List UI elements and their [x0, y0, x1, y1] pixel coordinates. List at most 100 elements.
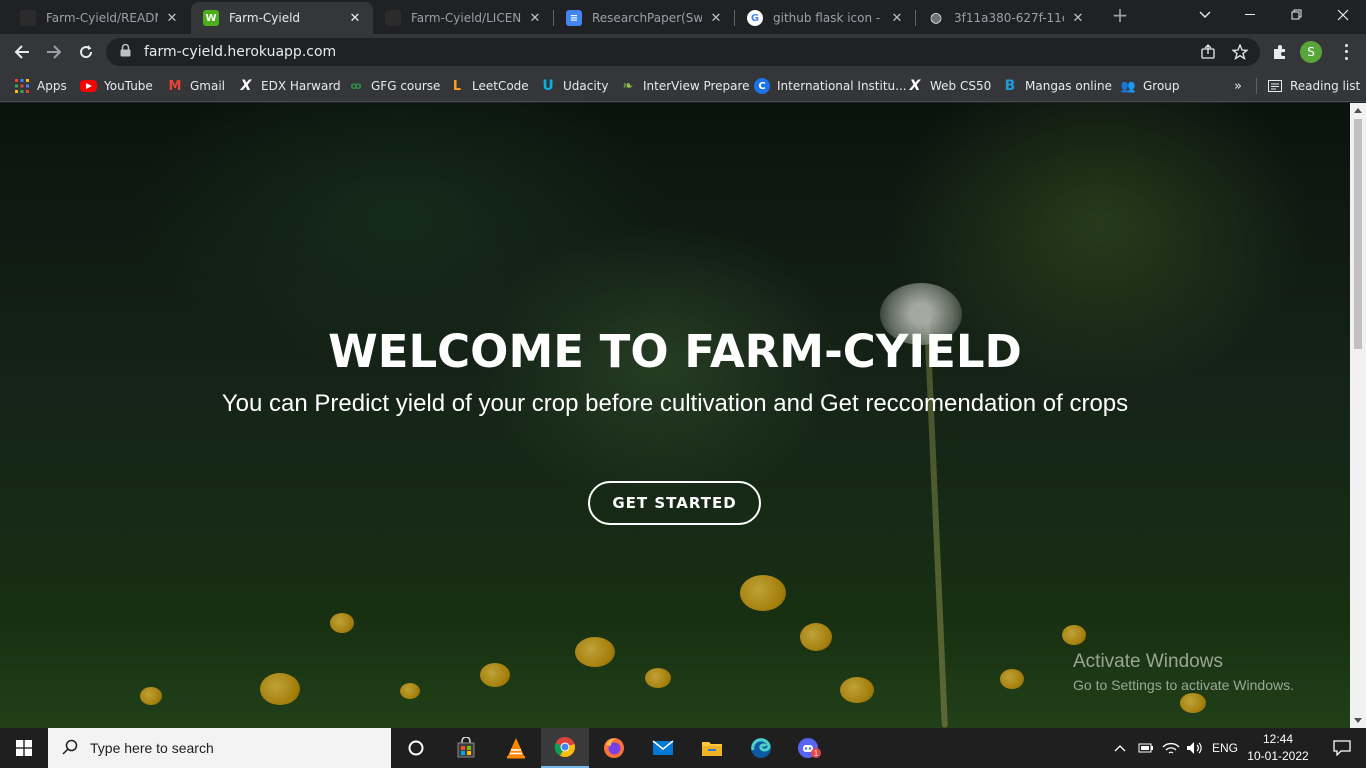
show-hidden-icons-button[interactable] — [1114, 728, 1126, 768]
bookmark-cs50[interactable]: X Web CS50 — [907, 76, 992, 96]
leetcode-icon: ᒪ — [452, 78, 462, 94]
network-tray-button[interactable] — [1162, 728, 1180, 768]
tab-farm-cyield[interactable]: W Farm-Cyield ✕ — [191, 2, 373, 34]
vlc-icon — [507, 738, 525, 759]
speaker-icon — [1187, 742, 1202, 754]
page-scrollbar[interactable] — [1350, 103, 1366, 728]
chevron-down-icon — [1199, 11, 1211, 18]
scroll-down-icon[interactable] — [1354, 718, 1362, 723]
puzzle-icon — [1274, 45, 1285, 59]
hero-title: WELCOME TO FARM-CYIELD — [328, 325, 1022, 378]
tab-readme[interactable]: Farm-Cyield/README ✕ — [8, 2, 190, 34]
taskbar-chrome[interactable] — [541, 728, 589, 768]
tab-title: Farm-Cyield — [229, 11, 301, 25]
search-placeholder: Type here to search — [90, 740, 214, 756]
restore-button[interactable] — [1274, 0, 1320, 30]
close-icon[interactable]: ✕ — [527, 11, 543, 26]
search-icon — [62, 739, 80, 758]
close-window-button[interactable] — [1320, 0, 1366, 30]
minimize-button[interactable] — [1228, 0, 1274, 30]
chevron-double-right-icon: » — [1234, 78, 1242, 94]
language-indicator[interactable]: ENG — [1212, 728, 1238, 768]
reading-list-button[interactable]: Reading list — [1267, 76, 1360, 96]
url-text: farm-cyield.herokuapp.com — [144, 44, 337, 60]
close-icon[interactable]: ✕ — [708, 11, 724, 26]
tab-strip: Farm-Cyield/README ✕ W Farm-Cyield ✕ Far… — [0, 0, 1366, 34]
system-clock[interactable]: 12:44 10-01-2022 — [1240, 731, 1316, 765]
tab-license[interactable]: Farm-Cyield/LICENSE ✕ — [373, 2, 553, 34]
bookmark-youtube[interactable]: YouTube — [80, 76, 153, 96]
bookmark-udacity[interactable]: U Udacity — [540, 76, 609, 96]
get-started-button[interactable]: GET STARTED — [588, 481, 761, 525]
site-favicon-icon: W — [203, 10, 219, 26]
forward-button[interactable] — [42, 40, 66, 64]
bookmark-star-button[interactable] — [1230, 42, 1250, 62]
bookmark-gmail[interactable]: M Gmail — [167, 76, 225, 96]
tab-google-search[interactable]: G github flask icon - Go ✕ — [735, 2, 915, 34]
taskbar-file-explorer[interactable] — [688, 728, 736, 768]
firefox-icon — [604, 738, 624, 758]
profile-avatar[interactable]: S — [1300, 41, 1322, 63]
bookmark-label: YouTube — [104, 79, 153, 93]
start-button[interactable] — [0, 728, 48, 768]
close-icon[interactable]: ✕ — [164, 11, 180, 26]
chevron-up-icon — [1114, 745, 1126, 752]
bookmark-gfg[interactable]: ꝏ GFG course — [348, 76, 440, 96]
tab-title: github flask icon - Go — [773, 11, 883, 25]
hero-subtitle: You can Predict yield of your crop befor… — [221, 390, 1129, 417]
scroll-up-icon[interactable] — [1354, 108, 1362, 113]
github-icon — [20, 10, 36, 26]
github-icon — [385, 10, 401, 26]
scrollbar-thumb[interactable] — [1354, 119, 1362, 349]
taskbar-vlc[interactable] — [492, 728, 540, 768]
taskbar-store[interactable] — [442, 728, 490, 768]
bookmark-apps[interactable]: Apps — [14, 76, 67, 96]
bookmark-edx[interactable]: X EDX Harward — [238, 76, 341, 96]
taskbar-edge[interactable] — [737, 728, 785, 768]
volume-tray-button[interactable] — [1186, 728, 1204, 768]
close-icon[interactable]: ✕ — [1070, 11, 1086, 26]
people-icon: 👥 — [1120, 79, 1136, 93]
bookmark-label: Group — [1143, 79, 1180, 93]
bookmark-international[interactable]: C International Institu... — [754, 76, 907, 96]
share-button[interactable] — [1198, 42, 1218, 62]
chrome-icon — [554, 737, 575, 758]
bookmark-leetcode[interactable]: ᒪ LeetCode — [449, 76, 529, 96]
taskbar-firefox[interactable] — [590, 728, 638, 768]
notifications-button[interactable] — [1318, 728, 1366, 768]
globe-icon: ◍ — [929, 10, 943, 26]
task-view-button[interactable] — [392, 728, 440, 768]
reload-button[interactable] — [74, 40, 98, 64]
bookmark-label: Udacity — [563, 79, 609, 93]
tab-image[interactable]: ◍ 3f11a380-627f-11e9- ✕ — [916, 2, 1096, 34]
power-tray-button[interactable] — [1138, 728, 1154, 768]
close-icon[interactable]: ✕ — [889, 11, 905, 26]
edge-icon — [751, 738, 771, 758]
more-bookmarks-button[interactable]: » — [1234, 76, 1242, 96]
browser-toolbar: farm-cyield.herokuapp.com S — [0, 34, 1366, 70]
taskbar-mail[interactable] — [639, 728, 687, 768]
close-icon[interactable]: ✕ — [347, 11, 363, 26]
back-button[interactable] — [10, 40, 34, 64]
bookmark-label: Gmail — [190, 79, 226, 93]
star-icon — [1232, 44, 1248, 60]
bookmark-separator — [1256, 78, 1257, 94]
leaf-icon: ❧ — [622, 78, 634, 94]
extensions-button[interactable] — [1268, 40, 1292, 64]
bookmark-group[interactable]: 👥 Group — [1120, 76, 1180, 96]
address-bar[interactable]: farm-cyield.herokuapp.com — [106, 38, 1260, 66]
menu-kebab-icon[interactable] — [1338, 42, 1354, 62]
bookmark-interview[interactable]: ❧ InterView Prepare — [620, 76, 750, 96]
taskbar-search[interactable]: Type here to search — [48, 728, 391, 768]
udacity-icon: U — [542, 78, 554, 94]
new-tab-button[interactable]: + — [1110, 5, 1130, 26]
tab-title: Farm-Cyield/LICENSE — [411, 11, 521, 25]
taskbar-discord[interactable]: 1 — [786, 728, 834, 768]
tab-search-button[interactable] — [1182, 0, 1228, 30]
tab-research-paper[interactable]: ≡ ResearchPaper(Swarn ✕ — [554, 2, 734, 34]
restore-icon — [1291, 9, 1302, 20]
bookmark-mangas[interactable]: B Mangas online — [1002, 76, 1112, 96]
c-logo-icon: C — [754, 78, 770, 94]
folder-icon — [702, 742, 722, 756]
watermark-subtitle: Go to Settings to activate Windows. — [1073, 677, 1294, 693]
